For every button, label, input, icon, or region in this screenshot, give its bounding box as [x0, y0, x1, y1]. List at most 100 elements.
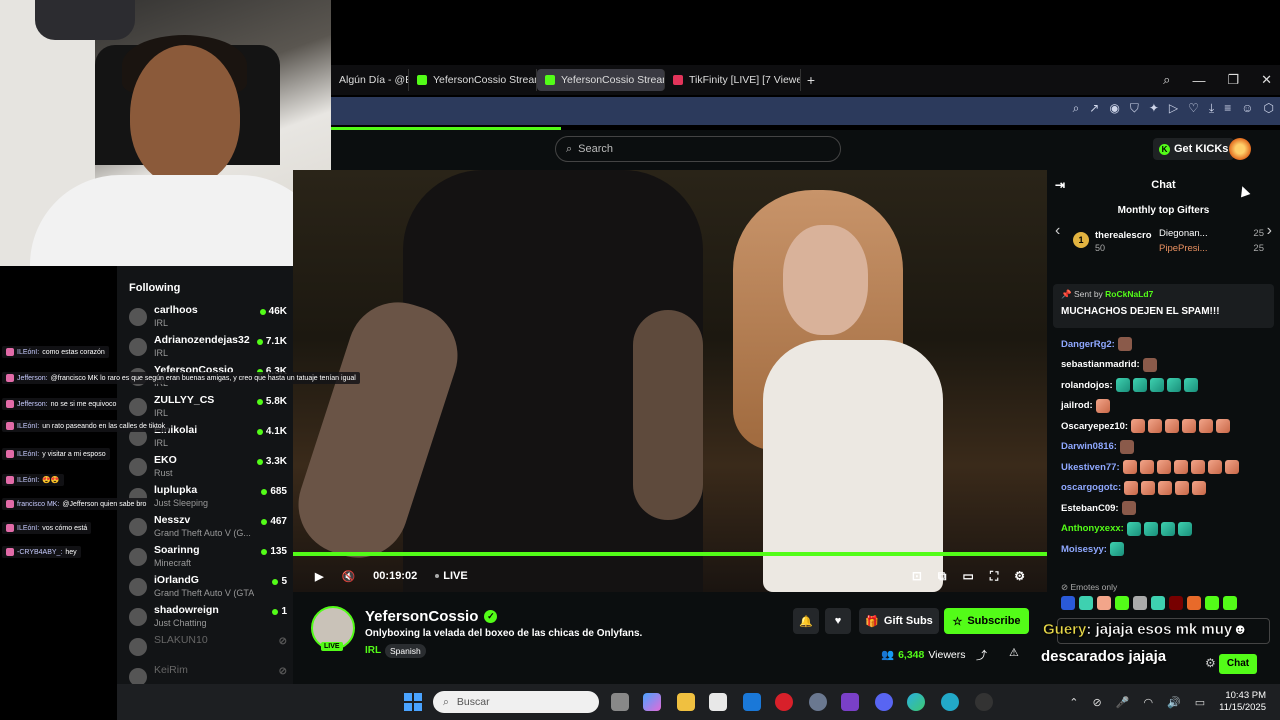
fullscreen-icon[interactable]: ⛶ [990, 569, 998, 584]
play-icon[interactable]: ▷ [1169, 101, 1178, 116]
chat-username[interactable]: EstebanC09: [1061, 503, 1119, 514]
chat-send-button[interactable]: Chat [1219, 654, 1257, 674]
minimize-icon[interactable]: — [1192, 73, 1205, 88]
restore-icon[interactable]: ❐ [1227, 72, 1239, 88]
chat-username[interactable]: rolandojos: [1061, 380, 1113, 391]
share-icon[interactable]: ↗ [1089, 101, 1099, 116]
browser-tab[interactable]: TikFinity [LIVE] [7 Viewers] [665, 69, 801, 91]
theater-icon[interactable]: ▭ [962, 569, 973, 583]
volume-icon[interactable]: 🔊 [1167, 696, 1181, 709]
emote-picker-icon[interactable] [1061, 596, 1075, 610]
chat-message[interactable]: Darwin0816: [1061, 439, 1134, 454]
emote-picker-icon[interactable] [1133, 596, 1147, 610]
chevron-left-icon[interactable]: ‹ [1055, 222, 1060, 240]
browser-tab-active[interactable]: YefersonCossio Stream - V [537, 69, 665, 91]
file-explorer-icon[interactable] [677, 693, 695, 711]
browser-icon[interactable] [941, 693, 959, 711]
chat-message[interactable]: Oscaryepez10: [1061, 419, 1231, 433]
discord-icon[interactable] [875, 693, 893, 711]
video-player[interactable]: ▶ 🔇 00:19:02 LIVE ⊡ ⧉ ▭ ⛶ ⚙ [293, 170, 1047, 592]
emote-picker-icon[interactable] [1079, 596, 1093, 610]
chat-message[interactable]: Ukestiven77: [1061, 460, 1239, 474]
emote-picker-icon[interactable] [1223, 596, 1237, 610]
chat-message[interactable]: DangerRg2: [1061, 337, 1132, 351]
follow-heart-button[interactable]: ♥ [825, 608, 851, 634]
live-indicator[interactable]: LIVE [435, 570, 468, 582]
chat-username[interactable]: oscargogotc: [1061, 482, 1121, 493]
wifi-icon[interactable]: ◠ [1143, 696, 1153, 709]
settings-icon[interactable] [809, 693, 827, 711]
streamer-name[interactable]: YefersonCossio ✓ [365, 608, 498, 625]
chat-settings-icon[interactable]: ⚙ [1205, 656, 1216, 670]
menu-icon[interactable]: ≡ [1224, 101, 1231, 116]
chat-username[interactable]: Darwin0816: [1061, 441, 1117, 452]
taskbar-search[interactable]: ⌕ Buscar [433, 691, 599, 713]
camera-icon[interactable]: ◉ [1109, 101, 1119, 116]
clip-icon[interactable]: ⊡ [912, 569, 922, 583]
browser-tab[interactable]: Algún Día - @Este [331, 69, 409, 91]
chevron-right-icon[interactable]: › [1267, 222, 1272, 240]
sidebar-item-11[interactable]: SLAKUN10 ⊘ [129, 634, 287, 662]
store-icon[interactable] [709, 693, 727, 711]
task-view-icon[interactable] [611, 693, 629, 711]
microphone-icon[interactable]: 🎤 [1116, 696, 1130, 709]
chevron-up-icon[interactable]: ⌃ [1069, 696, 1078, 709]
chat-message[interactable]: oscargogotc: [1061, 480, 1207, 495]
edge-icon[interactable] [907, 693, 925, 711]
chat-username[interactable]: Oscaryepez10: [1061, 421, 1128, 432]
play-icon[interactable]: ▶ [315, 570, 323, 583]
settings-icon[interactable]: ⚙ [1014, 569, 1025, 583]
opera-icon[interactable] [775, 693, 793, 711]
cube-icon[interactable]: ⬡ [1264, 101, 1274, 116]
start-button[interactable] [404, 693, 422, 711]
heart-icon[interactable]: ♡ [1188, 101, 1199, 116]
chat-message[interactable]: EstebanC09: [1061, 501, 1136, 515]
chat-message[interactable]: rolandojos: [1061, 378, 1198, 392]
language-tag[interactable]: Spanish [385, 644, 426, 658]
zoom-icon[interactable]: ⌕ [1073, 101, 1080, 116]
gifter[interactable]: PipePresi... 25 [1159, 243, 1264, 254]
get-kicks-button[interactable]: K Get KICKs [1153, 138, 1235, 160]
extension-icon[interactable]: ✦ [1149, 101, 1159, 116]
obs-icon[interactable] [975, 693, 993, 711]
shield-icon[interactable]: ⛉ [1130, 101, 1139, 116]
emote-picker-icon[interactable] [1097, 596, 1111, 610]
collapse-chat-icon[interactable]: ⇥ [1055, 178, 1065, 192]
search-input[interactable]: ⌕ Search [555, 136, 841, 162]
sidebar-item-9[interactable]: iOrlandG Grand Theft Auto V (GTA) 5 [129, 574, 287, 602]
chat-message[interactable]: Moisesyy: [1061, 542, 1124, 556]
copilot-icon[interactable] [643, 693, 661, 711]
clock[interactable]: 10:43 PM 11/15/2025 [1219, 690, 1266, 714]
search-icon[interactable]: ⌕ [1163, 72, 1170, 88]
close-icon[interactable]: ✕ [1261, 72, 1272, 88]
download-icon[interactable]: ⤓ [1209, 101, 1214, 116]
miniplayer-icon[interactable]: ⧉ [938, 569, 947, 584]
mail-icon[interactable] [743, 693, 761, 711]
subscribe-button[interactable]: ☆ Subscribe [944, 608, 1029, 634]
app-icon[interactable] [841, 693, 859, 711]
sidebar-item-0[interactable]: carlhoos IRL 46K [129, 304, 287, 332]
browser-tab[interactable]: YefersonCossio Stream - V [409, 69, 537, 91]
mute-icon[interactable]: 🔇 [341, 570, 355, 583]
video-progress-bar[interactable] [293, 552, 1047, 556]
pinned-message[interactable]: 📌 Sent by RoCkNaLd7 MUCHACHOS DEJEN EL S… [1053, 284, 1274, 328]
emote-picker-icon[interactable] [1115, 596, 1129, 610]
notification-bell-button[interactable]: 🔔 [793, 608, 819, 634]
emote-picker-icon[interactable] [1151, 596, 1165, 610]
emote-picker-icon[interactable] [1169, 596, 1183, 610]
user-icon[interactable]: ☺ [1241, 101, 1253, 116]
chat-username[interactable]: Anthonyxexx: [1061, 523, 1124, 534]
battery-icon[interactable]: ▭ [1195, 696, 1205, 709]
chat-username[interactable]: jailrod: [1061, 400, 1093, 411]
stream-category[interactable]: IRL [365, 645, 381, 656]
chat-username[interactable]: sebastianmadrid: [1061, 359, 1140, 370]
chat-username[interactable]: DangerRg2: [1061, 339, 1115, 350]
new-tab-button[interactable]: + [801, 72, 821, 88]
chat-message[interactable]: Anthonyxexx: [1061, 521, 1192, 536]
chat-message[interactable]: jailrod: [1061, 398, 1110, 413]
network-icon[interactable]: ⊘ [1093, 696, 1102, 709]
gift-subs-button[interactable]: 🎁 Gift Subs [859, 608, 939, 634]
emote-picker-icon[interactable] [1187, 596, 1201, 610]
report-icon[interactable]: ⚠ [1009, 646, 1019, 659]
chat-message[interactable]: sebastianmadrid: [1061, 357, 1157, 372]
